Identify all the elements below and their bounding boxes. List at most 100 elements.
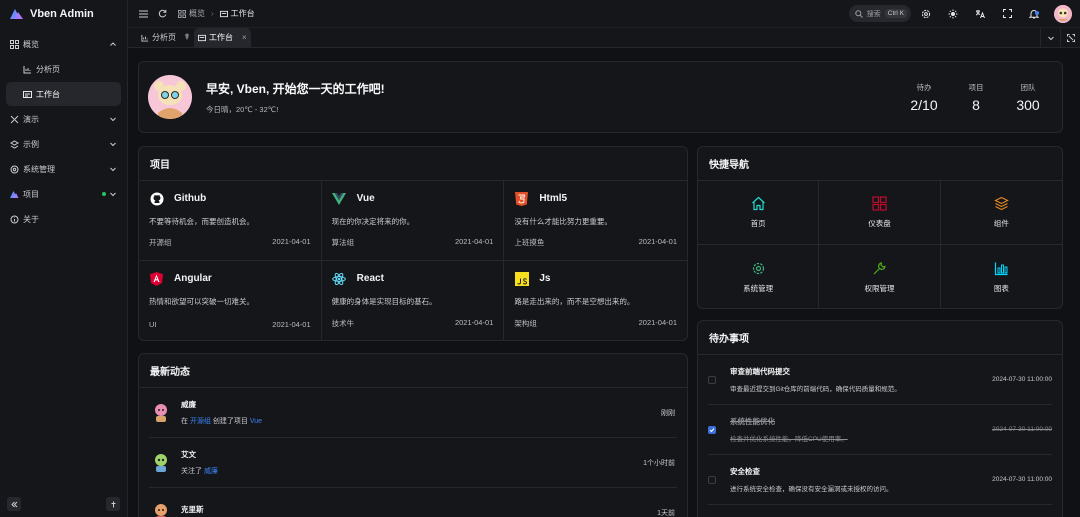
- sidebar-item-label: 关于: [23, 214, 39, 224]
- activity-text: 关注了 威廉: [181, 466, 643, 476]
- quick-nav-components[interactable]: 组件: [940, 181, 1062, 245]
- pin-icon[interactable]: [184, 33, 190, 42]
- project-item[interactable]: Js 路是走出来的，而不是空想出来的。 架构组 2021-04-01: [504, 261, 687, 341]
- avatar-image: [1054, 4, 1072, 23]
- sidebar-item-examples[interactable]: 示例: [0, 132, 127, 156]
- activity-time: 刚刚: [661, 409, 675, 417]
- quick-nav-charts[interactable]: 图表: [941, 245, 1062, 309]
- activity-link[interactable]: 开源组: [190, 418, 211, 425]
- top-header: 概览 › 工作台 搜索 Ctrl K: [128, 0, 1080, 28]
- html5-icon: [514, 191, 529, 206]
- project-item[interactable]: Angular 热情和欲望可以突破一切难关。 UI 2021-04-01: [139, 261, 322, 341]
- fullscreen-icon[interactable]: [1000, 7, 1014, 21]
- sidebar-item-overview[interactable]: 概览: [0, 32, 127, 56]
- demo-icon: [9, 114, 19, 124]
- sidebar-item-label: 系统管理: [23, 164, 55, 174]
- card-title: 项目: [139, 147, 687, 181]
- quick-nav-permissions[interactable]: 权限管理: [819, 245, 941, 309]
- todo-time: 2024-07-30 11:00:00: [992, 376, 1052, 383]
- vue-icon: [332, 191, 347, 206]
- close-icon[interactable]: ×: [242, 33, 247, 42]
- sidebar-item-about[interactable]: 关于: [0, 207, 127, 231]
- project-item[interactable]: Vue 现在的你决定将来的你。 算法组 2021-04-01: [321, 181, 505, 261]
- todo-title: 审查前端代码提交: [730, 367, 790, 376]
- translate-icon[interactable]: [973, 7, 987, 21]
- sun-icon[interactable]: [946, 7, 960, 21]
- quick-nav-home[interactable]: 首页: [698, 181, 820, 245]
- gear-icon: [752, 262, 764, 274]
- card-title: 待办事项: [698, 321, 1062, 355]
- activity-target-link[interactable]: Vue: [250, 418, 262, 425]
- maximize-button[interactable]: [1060, 27, 1080, 48]
- search-icon: [855, 9, 863, 18]
- activity-item[interactable]: 艾文 关注了 威廉 1个小时前: [149, 438, 677, 488]
- activity-middle: 创建了项目: [212, 418, 248, 425]
- project-group: 上班摸鱼: [514, 238, 545, 247]
- project-item[interactable]: React 健康的身体是实现目标的基石。 技术牛 2021-04-01: [322, 261, 505, 341]
- quick-nav-label: 系统管理: [743, 283, 774, 293]
- sidebar-item-system[interactable]: 系统管理: [0, 157, 127, 181]
- double-chevron-left-icon: [10, 501, 17, 507]
- todo-checkbox[interactable]: [708, 475, 716, 484]
- project-group: 技术牛: [331, 319, 355, 328]
- maximize-icon: [1066, 33, 1075, 42]
- user-avatar[interactable]: [1054, 4, 1072, 23]
- bell-icon[interactable]: [1027, 7, 1041, 21]
- stat-label: 团队: [1020, 82, 1036, 92]
- pin-sidebar-button[interactable]: [106, 497, 120, 511]
- todo-time: 2024-07-30 11:00:00: [992, 476, 1052, 483]
- brand[interactable]: Vben Admin: [0, 0, 127, 28]
- github-icon: [149, 191, 164, 206]
- project-item[interactable]: Html5 没有什么才能比努力更重要。 上班摸鱼 2021-04-01: [504, 181, 687, 261]
- avatar-image: [148, 75, 192, 119]
- menu-toggle-icon[interactable]: [136, 7, 150, 21]
- collapse-sidebar-button[interactable]: [7, 497, 21, 511]
- breadcrumb-item[interactable]: 概览: [189, 8, 205, 19]
- settings-icon[interactable]: [919, 7, 933, 21]
- quick-nav-system[interactable]: 系统管理: [698, 245, 820, 309]
- project-date: 2021-04-01: [272, 320, 311, 329]
- stat-value: 2/10: [910, 96, 938, 113]
- quick-nav-grid: 首页 仪表盘 组件 系统管理 权限管理 图表: [698, 181, 1062, 309]
- sidebar-item-demos[interactable]: 演示: [0, 107, 127, 131]
- chevron-down-icon: [110, 117, 116, 122]
- activity-card: 最新动态 威廉 在 开源组 创建了项目 Vue 刚刚 艾文 关注了 威廉 1个小…: [138, 353, 688, 517]
- activity-link[interactable]: 威廉: [204, 468, 218, 475]
- avatar: [155, 403, 167, 422]
- search-box[interactable]: 搜索 Ctrl K: [848, 5, 911, 22]
- tab-menu-button[interactable]: [1040, 27, 1060, 48]
- refresh-icon[interactable]: [155, 7, 169, 21]
- todo-checkbox[interactable]: [708, 375, 716, 384]
- react-icon: [332, 271, 347, 286]
- activity-prefix: 在: [181, 418, 188, 425]
- todo-checkbox[interactable]: [708, 425, 716, 434]
- project-date: 2021-04-01: [454, 237, 494, 246]
- chart-icon: [141, 34, 149, 42]
- activity-item[interactable]: 克里斯 1天前: [149, 488, 677, 517]
- chevron-up-icon: [110, 42, 116, 46]
- stat-label: 项目: [968, 82, 984, 92]
- tab-bar: 分析页 工作台 ×: [128, 27, 1080, 48]
- todo-title: 安全检查: [730, 467, 760, 476]
- app-title: Vben Admin: [30, 8, 94, 20]
- sidebar-item-project[interactable]: 项目: [0, 182, 127, 206]
- tab-analytics[interactable]: 分析页: [137, 28, 194, 47]
- chevron-down-icon: [1047, 36, 1054, 40]
- activity-item[interactable]: 威廉 在 开源组 创建了项目 Vue 刚刚: [149, 388, 677, 438]
- todo-item: 系统性能优化 检查并优化系统性能，降低CPU使用率。 2024-07-30 11…: [708, 405, 1052, 455]
- sidebar-item-workspace[interactable]: 工作台: [6, 82, 121, 106]
- tab-workspace[interactable]: 工作台 ×: [194, 28, 251, 47]
- activity-time: 1天前: [657, 509, 675, 517]
- quick-nav-dashboard[interactable]: 仪表盘: [819, 181, 941, 245]
- todo-desc: 审查最近提交到Git仓库的前端代码，确保代码质量和规范。: [730, 386, 901, 393]
- breadcrumb-separator: ›: [211, 9, 214, 18]
- sidebar-item-analytics[interactable]: 分析页: [0, 57, 127, 81]
- todo-item: 审查前端代码提交 审查最近提交到Git仓库的前端代码，确保代码质量和规范。 20…: [708, 355, 1052, 405]
- activity-user: 威廉: [181, 400, 196, 409]
- quick-nav-label: 仪表盘: [868, 219, 891, 228]
- quick-nav-label: 图表: [993, 283, 1009, 293]
- grid-icon: [178, 9, 186, 18]
- project-date: 2021-04-01: [454, 318, 494, 327]
- project-item[interactable]: Github 不要等待机会，而要创造机会。 开源组 2021-04-01: [139, 181, 322, 261]
- project-name: Angular: [174, 273, 212, 284]
